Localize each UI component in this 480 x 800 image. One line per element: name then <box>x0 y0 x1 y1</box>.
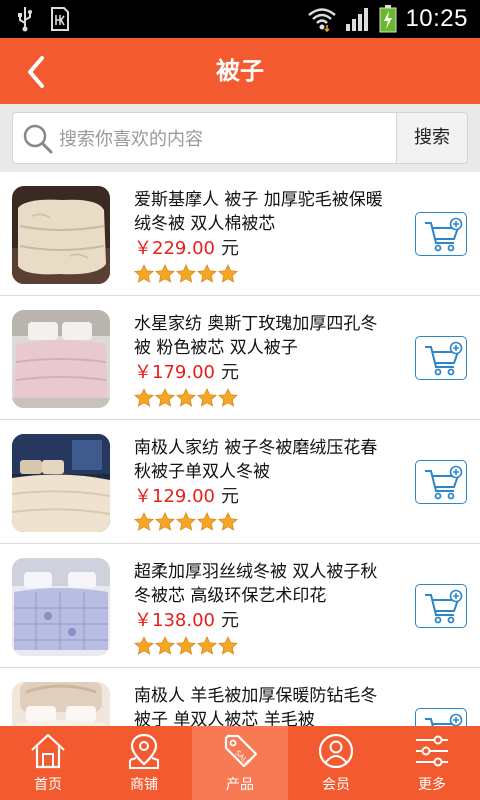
add-to-cart-button[interactable] <box>415 212 467 256</box>
star-icon <box>134 512 154 531</box>
star-icon <box>155 512 175 531</box>
status-bar: 10:25 <box>0 0 480 38</box>
product-image <box>12 310 110 408</box>
star-icon <box>134 636 154 655</box>
product-name: 水星家纺 奥斯丁玫瑰加厚四孔冬被 粉色被芯 双人被子 <box>134 314 378 358</box>
nav-more-label: 更多 <box>418 777 446 793</box>
cart-add-icon <box>425 713 463 726</box>
star-icon <box>155 388 175 407</box>
price-unit: 元 <box>220 362 239 383</box>
product-price: ￥129.00 <box>134 486 215 507</box>
star-icon <box>176 636 196 655</box>
product-price: ￥138.00 <box>134 610 215 631</box>
add-to-cart-button[interactable] <box>415 336 467 380</box>
sliders-icon <box>416 735 448 767</box>
product-name: 南极人 羊毛被加厚保暖防钻毛冬被子 单双人被芯 羊毛被 <box>134 686 378 726</box>
search-icon <box>23 124 53 154</box>
sale-tag-icon: SALE <box>224 734 258 767</box>
title-bar: 被子 <box>0 38 480 104</box>
add-to-cart-button[interactable] <box>415 460 467 504</box>
star-icon <box>197 264 217 283</box>
nav-products[interactable]: SALE 产品 <box>192 726 288 800</box>
nav-home-label: 首页 <box>34 777 62 793</box>
price-unit: 元 <box>220 610 239 631</box>
product-image <box>12 558 110 656</box>
star-icon <box>197 636 217 655</box>
star-icon <box>176 512 196 531</box>
nav-member[interactable]: 会员 <box>288 726 384 800</box>
product-item[interactable]: 南极人家纺 被子冬被磨绒压花春秋被子单双人冬被 ￥129.00 元 <box>0 420 480 544</box>
star-icon <box>197 512 217 531</box>
app-screen: 10:25 被子 搜索你喜欢的内容 搜索 爱斯基摩人 被子 加厚驼毛被保暖绒冬被… <box>0 0 480 800</box>
product-item[interactable]: 爱斯基摩人 被子 加厚驼毛被保暖绒冬被 双人棉被芯 ￥229.00 元 <box>0 172 480 296</box>
usb-icon <box>18 7 32 32</box>
product-name: 爱斯基摩人 被子 加厚驼毛被保暖绒冬被 双人棉被芯 <box>134 190 383 234</box>
cart-add-icon <box>425 589 463 624</box>
nav-shops[interactable]: 商铺 <box>96 726 192 800</box>
signal-icon <box>346 8 369 31</box>
nav-shops-label: 商铺 <box>130 777 158 793</box>
product-item[interactable]: 水星家纺 奥斯丁玫瑰加厚四孔冬被 粉色被芯 双人被子 ￥179.00 元 <box>0 296 480 420</box>
add-to-cart-button[interactable] <box>415 708 467 726</box>
star-icon <box>134 388 154 407</box>
star-icon <box>218 636 238 655</box>
cart-add-icon <box>425 341 463 376</box>
add-to-cart-button[interactable] <box>415 584 467 628</box>
nav-products-label: 产品 <box>226 777 254 793</box>
star-icon <box>176 388 196 407</box>
rating-stars <box>134 264 394 286</box>
nav-member-label: 会员 <box>322 777 350 793</box>
product-image <box>12 434 110 532</box>
product-list: 爱斯基摩人 被子 加厚驼毛被保暖绒冬被 双人棉被芯 ￥229.00 元 水星家纺… <box>0 172 480 726</box>
cart-add-icon <box>425 217 463 252</box>
star-icon <box>197 388 217 407</box>
price-unit: 元 <box>220 486 239 507</box>
search-input[interactable] <box>59 123 389 155</box>
cart-add-icon <box>425 465 463 500</box>
product-image <box>12 682 110 726</box>
star-icon <box>218 264 238 283</box>
star-icon <box>176 264 196 283</box>
product-image <box>12 186 110 284</box>
user-icon <box>318 733 354 769</box>
map-pin-icon <box>129 733 159 769</box>
product-name: 南极人家纺 被子冬被磨绒压花春秋被子单双人冬被 <box>134 438 378 482</box>
product-item[interactable]: 超柔加厚羽丝绒冬被 双人被子秋冬被芯 高级环保艺术印花 ￥138.00 元 <box>0 544 480 668</box>
bottom-nav: 首页 商铺 SALE 产品 会员 更多 <box>0 726 480 800</box>
sd-card-icon <box>51 7 69 31</box>
product-item[interactable]: 南极人 羊毛被加厚保暖防钻毛冬被子 单双人被芯 羊毛被 <box>0 668 480 726</box>
nav-home[interactable]: 首页 <box>0 726 96 800</box>
clock: 10:25 <box>405 5 468 32</box>
star-icon <box>155 264 175 283</box>
star-icon <box>218 388 238 407</box>
search-box <box>12 112 396 164</box>
battery-charging-icon <box>379 5 397 33</box>
rating-stars <box>134 512 394 534</box>
page-title: 被子 <box>216 57 264 85</box>
star-icon <box>218 512 238 531</box>
product-price: ￥229.00 <box>134 238 215 259</box>
rating-stars <box>134 636 394 658</box>
star-icon <box>155 636 175 655</box>
wifi-icon <box>308 8 337 32</box>
product-name: 超柔加厚羽丝绒冬被 双人被子秋冬被芯 高级环保艺术印花 <box>134 562 378 606</box>
search-bar: 搜索 <box>0 104 480 172</box>
nav-more[interactable]: 更多 <box>384 726 480 800</box>
home-icon <box>31 733 65 769</box>
product-price: ￥179.00 <box>134 362 215 383</box>
rating-stars <box>134 388 394 410</box>
price-unit: 元 <box>220 238 239 259</box>
search-button[interactable]: 搜索 <box>396 112 468 164</box>
star-icon <box>134 264 154 283</box>
